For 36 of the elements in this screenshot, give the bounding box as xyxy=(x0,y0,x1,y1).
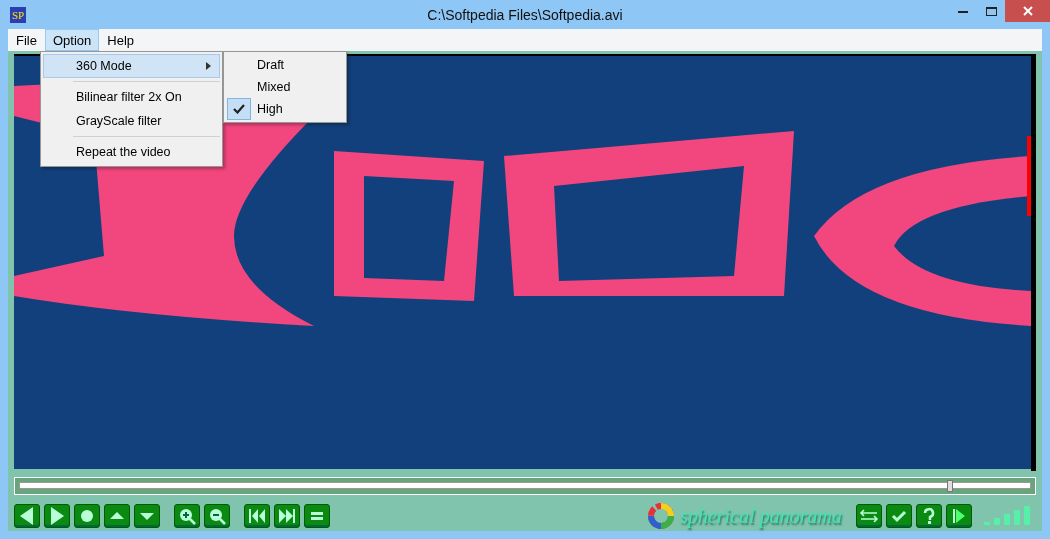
close-button[interactable] xyxy=(1005,0,1050,22)
checkmark-icon xyxy=(233,104,245,114)
seek-bar[interactable] xyxy=(14,477,1036,495)
app-icon: SP xyxy=(10,6,26,23)
checkmark-button[interactable] xyxy=(886,504,912,528)
right-arrow-button[interactable] xyxy=(44,504,70,528)
close-icon xyxy=(1022,6,1033,16)
fast-forward-icon xyxy=(276,506,298,526)
zoom-out-button[interactable] xyxy=(204,504,230,528)
slider-thumb[interactable] xyxy=(947,480,954,492)
menu-entry[interactable]: Draft xyxy=(257,58,285,72)
menu-item[interactable]: Option xyxy=(44,29,100,51)
window-title: C:\Softpedia Files\Softpedia.avi xyxy=(427,6,623,23)
zoom-in-button[interactable] xyxy=(174,504,200,528)
submenu-arrow-icon xyxy=(206,62,211,70)
rewind-icon xyxy=(246,506,268,526)
rewind-button[interactable] xyxy=(244,504,270,528)
up-arrow-button[interactable] xyxy=(104,504,130,528)
menu-item[interactable]: Help xyxy=(99,29,142,51)
menu-item[interactable]: File xyxy=(8,29,45,51)
equals-button[interactable] xyxy=(304,504,330,528)
logo-icon xyxy=(646,501,677,531)
menu-entry[interactable]: Repeat the video xyxy=(43,140,220,164)
menu-entry[interactable]: Bilinear filter 2x On xyxy=(43,85,220,109)
menu-entry[interactable]: 360 Mode xyxy=(43,54,220,78)
question-mark-button[interactable] xyxy=(916,504,942,528)
brand-logo-text: spherical panorama xyxy=(680,504,842,528)
menu-entry[interactable]: Mixed xyxy=(257,80,291,94)
circle-button[interactable] xyxy=(74,504,100,528)
swap-arrows-button[interactable] xyxy=(856,504,882,528)
menu-entry[interactable]: High xyxy=(257,102,283,116)
left-arrow-button[interactable] xyxy=(14,504,40,528)
play-button[interactable] xyxy=(946,504,972,528)
menu-entry[interactable]: GrayScale filter xyxy=(43,109,220,133)
fast-forward-button[interactable] xyxy=(274,504,300,528)
down-arrow-button[interactable] xyxy=(134,504,160,528)
